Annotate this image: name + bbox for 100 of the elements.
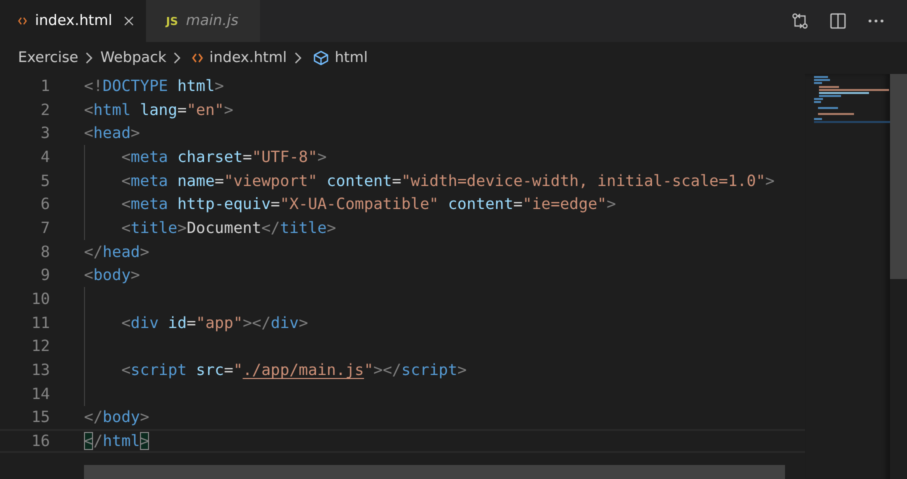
punctuation: < bbox=[84, 124, 94, 142]
tag-name: script bbox=[401, 361, 458, 380]
string-literal: " bbox=[364, 361, 374, 380]
code-text: = bbox=[214, 172, 224, 190]
punctuation: > bbox=[140, 242, 150, 261]
attribute-name: content bbox=[326, 172, 392, 190]
line-number: 4 bbox=[40, 148, 50, 166]
punctuation: < bbox=[120, 361, 131, 380]
punctuation: > bbox=[765, 172, 775, 190]
compare-changes-icon[interactable] bbox=[791, 12, 809, 30]
punctuation: < bbox=[120, 218, 131, 237]
line-number: 15 bbox=[30, 408, 50, 426]
cube-icon bbox=[312, 50, 329, 66]
string-literal: " bbox=[233, 361, 243, 380]
close-icon[interactable] bbox=[124, 15, 134, 27]
code-text: = bbox=[177, 100, 187, 119]
tab-label: index.html bbox=[34, 13, 112, 29]
punctuation: < bbox=[84, 266, 94, 284]
punctuation: < bbox=[120, 195, 131, 214]
tag-name: html bbox=[102, 432, 140, 450]
code-link[interactable]: ./app/main.js bbox=[242, 361, 364, 380]
chevron-right-icon bbox=[294, 52, 302, 64]
scrollbar-thumb[interactable] bbox=[890, 74, 907, 279]
string-literal: "viewport" bbox=[224, 172, 318, 190]
line-number: 5 bbox=[40, 172, 50, 190]
js-label: JS bbox=[166, 14, 178, 28]
punctuation: ></ bbox=[373, 361, 402, 380]
punctuation: > bbox=[298, 314, 308, 332]
code-text: = bbox=[513, 195, 523, 214]
punctuation: < bbox=[84, 100, 94, 119]
punctuation: <! bbox=[84, 76, 103, 95]
editor-tab[interactable]: JS main.js bbox=[146, 0, 260, 42]
punctuation: > bbox=[130, 266, 140, 284]
punctuation: > bbox=[317, 148, 327, 166]
line-number: 2 bbox=[40, 100, 50, 119]
tab-label: main.js bbox=[186, 13, 238, 29]
tag-name: head bbox=[93, 124, 131, 142]
line-number: 13 bbox=[30, 361, 50, 380]
code-text: = bbox=[392, 172, 402, 190]
punctuation: > bbox=[140, 408, 150, 426]
code-text: = bbox=[186, 314, 196, 332]
tag-name: html bbox=[93, 100, 131, 119]
punctuation: < bbox=[120, 148, 131, 166]
line-number: 7 bbox=[40, 218, 50, 237]
code-text: = bbox=[224, 361, 234, 380]
string-literal: "app" bbox=[196, 314, 243, 332]
line-number: 8 bbox=[40, 242, 50, 261]
punctuation: > bbox=[177, 218, 187, 237]
breadcrumb-item[interactable]: html bbox=[334, 50, 368, 66]
punctuation: </ bbox=[84, 242, 103, 261]
line-number: 10 bbox=[30, 290, 50, 308]
attribute-name: name bbox=[176, 172, 215, 190]
tag-name: body bbox=[102, 408, 140, 426]
punctuation: > bbox=[214, 76, 224, 95]
tag-name: DOCTYPE bbox=[102, 76, 168, 95]
tag-name: meta bbox=[130, 172, 168, 190]
code-text: Document bbox=[186, 218, 262, 237]
editor-tab[interactable]: index.html bbox=[0, 0, 146, 42]
tag-name: head bbox=[102, 242, 140, 261]
split-editor-icon[interactable] bbox=[829, 12, 847, 30]
string-literal: "width=device-width, initial-scale=1.0" bbox=[401, 172, 766, 190]
string-literal: "en" bbox=[186, 100, 224, 119]
punctuation: > bbox=[457, 361, 467, 380]
breadcrumb-item[interactable]: Webpack bbox=[100, 50, 166, 66]
tag-name: div bbox=[270, 314, 299, 332]
line-number: 11 bbox=[30, 314, 50, 332]
breadcrumb-item[interactable]: index.html bbox=[209, 50, 287, 66]
line-number: 3 bbox=[40, 124, 50, 142]
punctuation: > bbox=[224, 100, 234, 119]
punctuation: / bbox=[93, 432, 103, 450]
punctuation: < bbox=[120, 314, 131, 332]
attribute-name: html bbox=[176, 76, 215, 95]
string-literal: "ie=edge" bbox=[522, 195, 607, 214]
punctuation: > bbox=[130, 124, 140, 142]
line-number: 9 bbox=[40, 266, 50, 284]
chevron-right-icon bbox=[173, 52, 182, 64]
tag-name: div bbox=[130, 314, 159, 332]
attribute-name: content bbox=[446, 195, 514, 214]
line-number: 12 bbox=[30, 337, 50, 356]
punctuation: < bbox=[120, 172, 131, 190]
punctuation: > bbox=[606, 195, 616, 214]
line-number: 16 bbox=[30, 432, 50, 450]
tag-name: meta bbox=[130, 148, 168, 166]
tag-name: title bbox=[130, 218, 178, 237]
horizontal-scrollbar[interactable] bbox=[84, 465, 785, 479]
punctuation: </ bbox=[84, 408, 103, 426]
tag-name: script bbox=[130, 361, 187, 380]
attribute-name: id bbox=[167, 314, 187, 332]
code-text: = bbox=[242, 148, 252, 166]
tag-name: title bbox=[280, 218, 327, 237]
punctuation: </ bbox=[261, 218, 280, 237]
attribute-name: http-equiv bbox=[176, 195, 271, 214]
string-literal: "UTF-8" bbox=[252, 148, 318, 166]
attribute-name: charset bbox=[176, 148, 243, 166]
string-literal: "X-UA-Compatible" bbox=[280, 195, 439, 214]
chevron-right-icon bbox=[85, 52, 94, 64]
punctuation: ></ bbox=[242, 314, 271, 332]
tag-name: body bbox=[93, 266, 131, 284]
breadcrumb-item[interactable]: Exercise bbox=[18, 50, 78, 66]
line-number: 6 bbox=[40, 195, 50, 214]
